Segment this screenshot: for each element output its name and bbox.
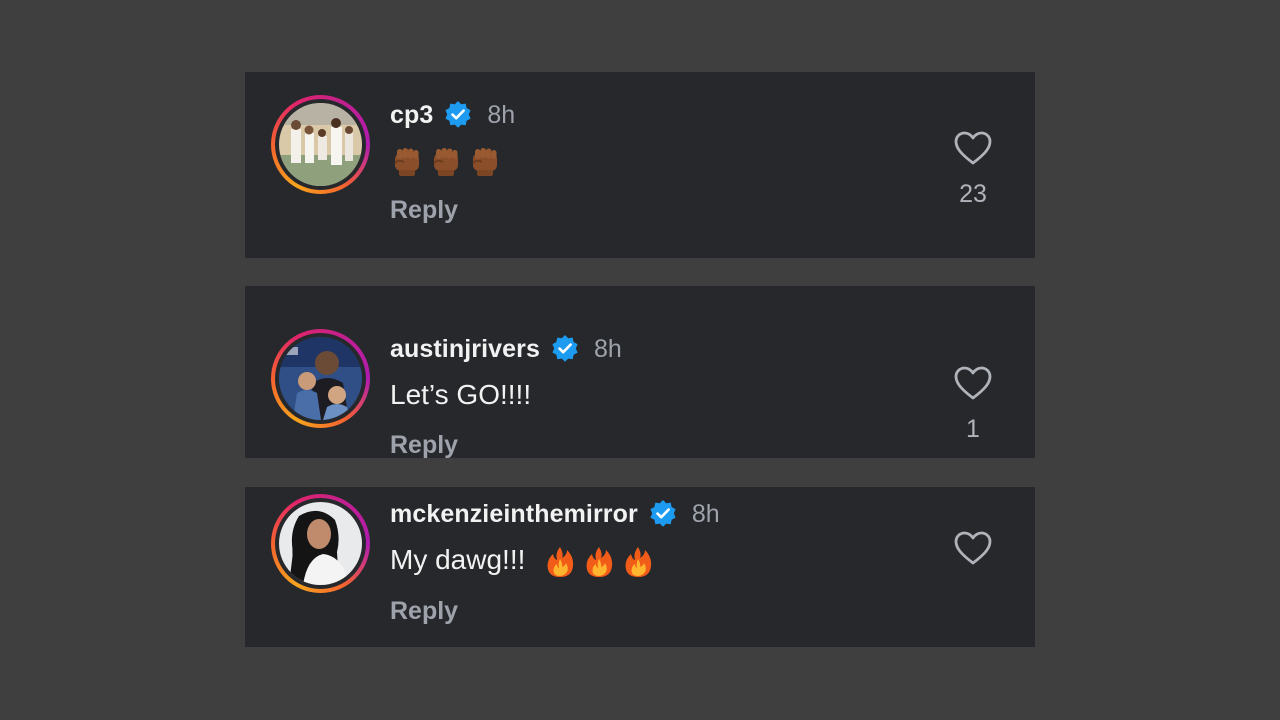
username[interactable]: mckenzieinthemirror [390, 500, 638, 529]
comment-text: My dawg!!! [390, 544, 660, 579]
timestamp: 8h [691, 499, 720, 528]
fire-emoji [543, 545, 577, 579]
fire-emoji [621, 545, 655, 579]
timestamp: 8h [487, 100, 516, 129]
reply-button[interactable]: Reply [390, 196, 458, 225]
raised-fist-emoji [390, 144, 424, 178]
username[interactable]: cp3 [390, 101, 433, 130]
like-count: 1 [966, 415, 980, 443]
comment-text [390, 143, 507, 178]
reply-button[interactable]: Reply [390, 597, 458, 626]
like-count: 23 [959, 180, 987, 208]
raised-fist-emoji [429, 144, 463, 178]
avatar-photo [279, 103, 362, 186]
comment-card: cp3 8h Reply 23 [245, 72, 1035, 258]
fire-emoji [582, 545, 616, 579]
like-heart-icon[interactable] [953, 365, 993, 401]
comment-header: austinjrivers 8h [390, 332, 622, 366]
comment-card: austinjrivers 8h Let’s GO!!!! Reply 1 [245, 286, 1035, 458]
comment-header: mckenzieinthemirror 8h [390, 497, 720, 531]
verified-badge-icon [443, 100, 473, 130]
timestamp: 8h [593, 334, 622, 363]
story-ring-avatar[interactable] [271, 494, 370, 593]
like-heart-icon[interactable] [953, 530, 993, 566]
comment-card: mckenzieinthemirror 8h My dawg!!! Reply [245, 487, 1035, 647]
verified-badge-icon [648, 499, 678, 529]
comment-text-content: My dawg!!! [390, 544, 526, 575]
avatar-photo [279, 502, 362, 585]
comment-text: Let’s GO!!!! [390, 379, 532, 410]
avatar-photo [279, 337, 362, 420]
like-heart-icon[interactable] [953, 130, 993, 166]
story-ring-avatar[interactable] [271, 95, 370, 194]
verified-badge-icon [550, 334, 580, 364]
comment-header: cp3 8h [390, 98, 515, 132]
username[interactable]: austinjrivers [390, 335, 540, 364]
raised-fist-emoji [468, 144, 502, 178]
reply-button[interactable]: Reply [390, 431, 458, 458]
story-ring-avatar[interactable] [271, 329, 370, 428]
